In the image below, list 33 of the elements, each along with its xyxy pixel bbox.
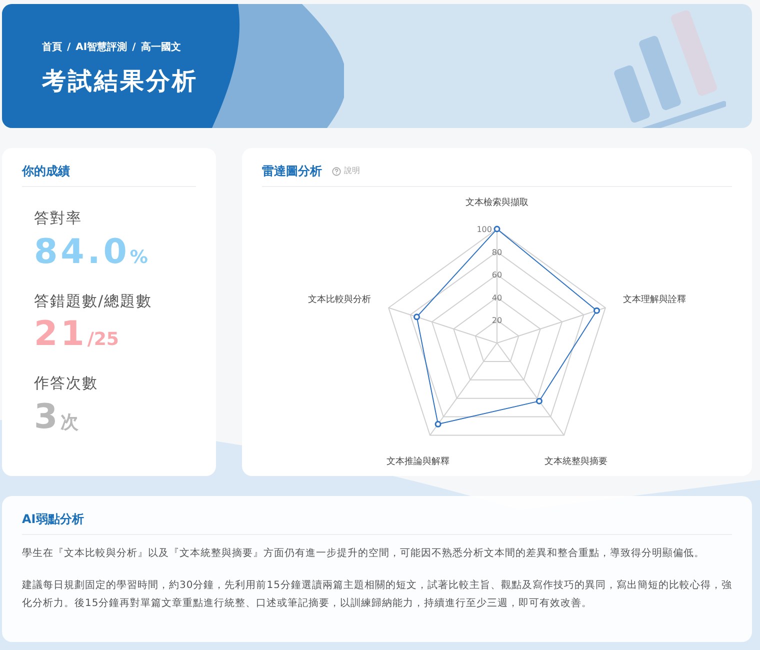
- data-point: [594, 307, 600, 314]
- stat-label: 答對率: [34, 208, 83, 229]
- help-icon: [332, 166, 341, 176]
- breadcrumb-separator: /: [132, 41, 136, 55]
- tick-label: 60: [492, 270, 502, 280]
- tick-label: 40: [492, 293, 502, 302]
- data-point: [414, 314, 420, 320]
- stat-label: 答錯題數/總題數: [34, 290, 154, 312]
- card-title: 雷達圖分析: [262, 163, 322, 180]
- data-point: [434, 420, 442, 428]
- card-title: AI弱點分析: [22, 510, 732, 535]
- analysis-paragraph: 學生在『文本比較與分析』以及『文本統整與摘要』方面仍有進一步提升的空間，可能因不熟悉分析文本間的差異和整合重點，導致得分明顯偏低。: [22, 546, 706, 561]
- breadcrumb-link[interactable]: 首頁: [42, 40, 62, 55]
- axis-label: 文本理解與詮釋: [622, 295, 686, 306]
- axis-label: 文本推論與解釋: [386, 456, 450, 467]
- card-title: 你的成績: [22, 162, 196, 187]
- page-title: 考試結果分析: [42, 66, 199, 97]
- breadcrumb-separator: /: [67, 41, 71, 55]
- axis-label: 文本檢索與擷取: [466, 198, 528, 208]
- breadcrumb-link[interactable]: 高一國文: [140, 40, 181, 55]
- stat-value: 3 次: [34, 396, 80, 436]
- tick-label: 20: [492, 316, 502, 326]
- axis-label: 文本統整與摘要: [544, 456, 608, 467]
- analysis-paragraph: 建議每日規劃固定的學習時間，約30分鐘，先利用前15分鐘選讀兩篇主題相關的短文，試著比較主旨、觀點及寫作技巧的異同，寫出簡短的比較心得，強化分析力。後15分鐘再對單篇文章重點進行統整、口述或筆記摘要，以訓練歸納能力，持續進行至少三週，即可有效改善。: [22, 578, 732, 611]
- stat-value: 21/25: [34, 314, 120, 354]
- data-point: [494, 226, 500, 232]
- stat-value: 84.0%: [34, 232, 149, 272]
- breadcrumb-link[interactable]: AI智慧評測: [76, 40, 128, 55]
- axis-label: 文本比較與分析: [308, 295, 372, 306]
- tick-label: 100: [476, 225, 492, 234]
- data-point: [536, 398, 542, 404]
- stat-label: 作答次數: [34, 373, 99, 394]
- tick-label: 80: [492, 248, 502, 257]
